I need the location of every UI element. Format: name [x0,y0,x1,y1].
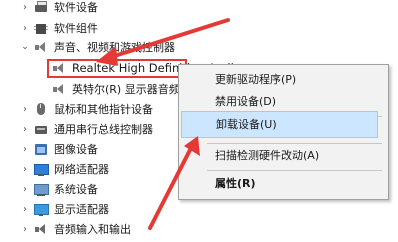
annotation-arrows [96,18,230,230]
arrow-to-selected-item [96,18,230,66]
arrow-to-uninstall [148,136,200,230]
